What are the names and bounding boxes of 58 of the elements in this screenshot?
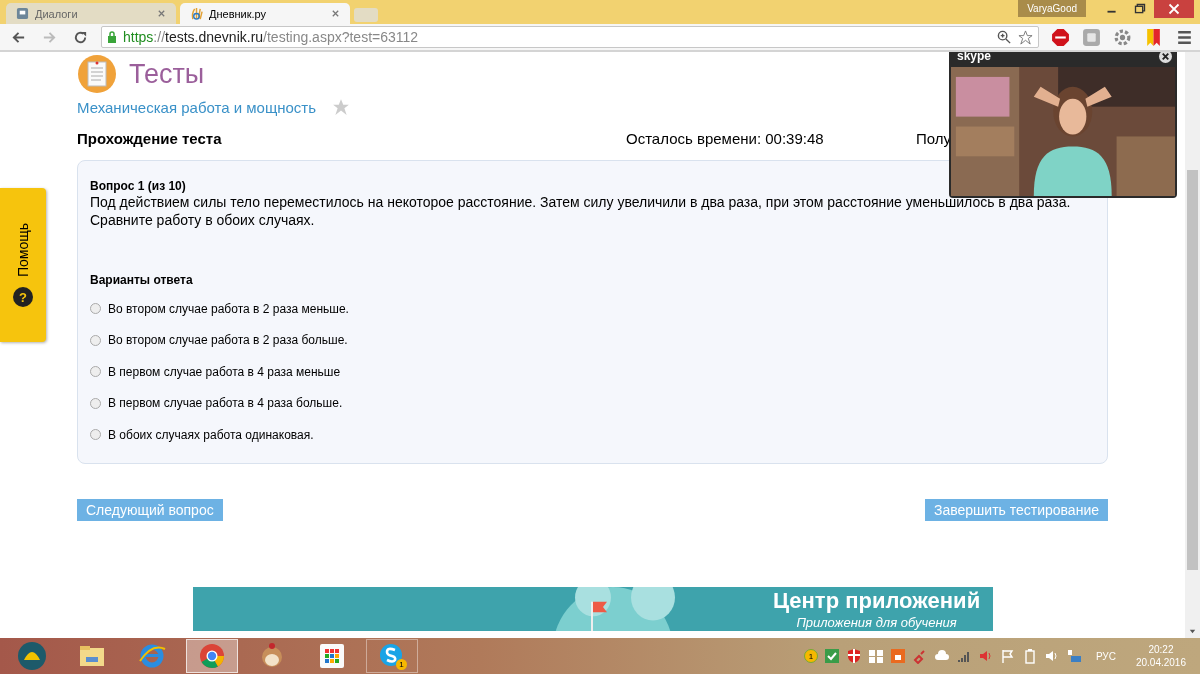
section-heading: Прохождение теста [77,129,223,147]
star-icon[interactable] [1018,29,1033,45]
scrollbar[interactable] [1185,52,1200,638]
scrollbar-thumb[interactable] [1187,170,1198,570]
speaker-icon[interactable] [977,648,994,664]
network-icon[interactable] [1065,648,1082,664]
forward-icon[interactable] [42,29,57,45]
stop-sign-icon[interactable] [1051,27,1070,47]
taskbar-app[interactable] [186,639,238,673]
shield-icon[interactable] [845,648,862,664]
skype-logo: skype [957,52,992,63]
answer-option[interactable]: Во втором случае работа в 2 раза меньше. [108,301,349,316]
cup-icon[interactable] [889,648,906,664]
status-text: Полу [916,129,952,147]
close-icon[interactable] [1159,52,1172,63]
check-icon[interactable] [823,648,840,664]
star-icon[interactable] [332,98,351,116]
speaker-icon[interactable] [1043,648,1060,664]
notification-badge: 1 [396,659,407,670]
chat-icon [16,7,29,20]
timer-text: Осталось времени: 00:39:48 [626,129,825,147]
extension-icon[interactable] [1082,27,1101,47]
browser-tab[interactable]: Диалоги [6,3,176,24]
answer-option[interactable]: Во втором случае работа в 2 раза больше. [108,333,348,348]
app-grid-icon [317,641,347,671]
answer-option[interactable]: В первом случае работа в 4 раза больше. [108,396,343,411]
chrome-icon [197,641,227,671]
radio-button[interactable] [90,397,101,409]
answer-option[interactable]: В первом случае работа в 4 раза меньше [108,364,341,379]
hand-icon [190,7,203,20]
zoom-icon[interactable] [997,29,1012,45]
lock-icon [107,30,117,44]
shell-icon [17,641,47,671]
bookmark-icon[interactable] [1144,27,1163,47]
clipboard-icon [77,54,117,94]
answers-label: Варианты ответа [90,273,194,287]
answer-option[interactable]: В обоих случаях работа одинаковая. [108,427,314,442]
page-title: Тесты [129,58,205,90]
scroll-down-icon[interactable] [1188,627,1197,636]
radio-button[interactable] [90,303,101,315]
help-tab[interactable]: Помощь ? [0,188,46,342]
radio-button[interactable] [90,429,101,441]
question-number: Вопрос 1 (из 10) [90,179,187,193]
gear-icon[interactable] [1113,27,1132,47]
flag-icon[interactable] [999,648,1016,664]
topic-link[interactable]: Механическая работа и мощность [77,98,317,116]
address-bar[interactable]: https://tests.dnevnik.ru/testing.aspx?test=63112 [101,26,1039,48]
windows-icon[interactable] [867,648,884,664]
taskbar-app[interactable]: 1 [366,639,418,673]
back-icon[interactable] [11,29,26,45]
notification-badge[interactable]: 1 [803,649,818,663]
reload-icon[interactable] [73,29,88,45]
radio-button[interactable] [90,366,101,378]
banner-title: Центр приложений [773,586,981,615]
radio-button[interactable] [90,334,101,346]
browser-tab[interactable]: Дневник.ру [180,3,350,24]
question-text: Под действием силы тело переместилось на некоторое расстояние. Затем силу увеличили в два раза, при этом расстояние уменьшилось в два раза. Сравните работу в обоих случаях. [90,193,1072,229]
banner-subtitle: Приложения для обучения [796,614,957,630]
